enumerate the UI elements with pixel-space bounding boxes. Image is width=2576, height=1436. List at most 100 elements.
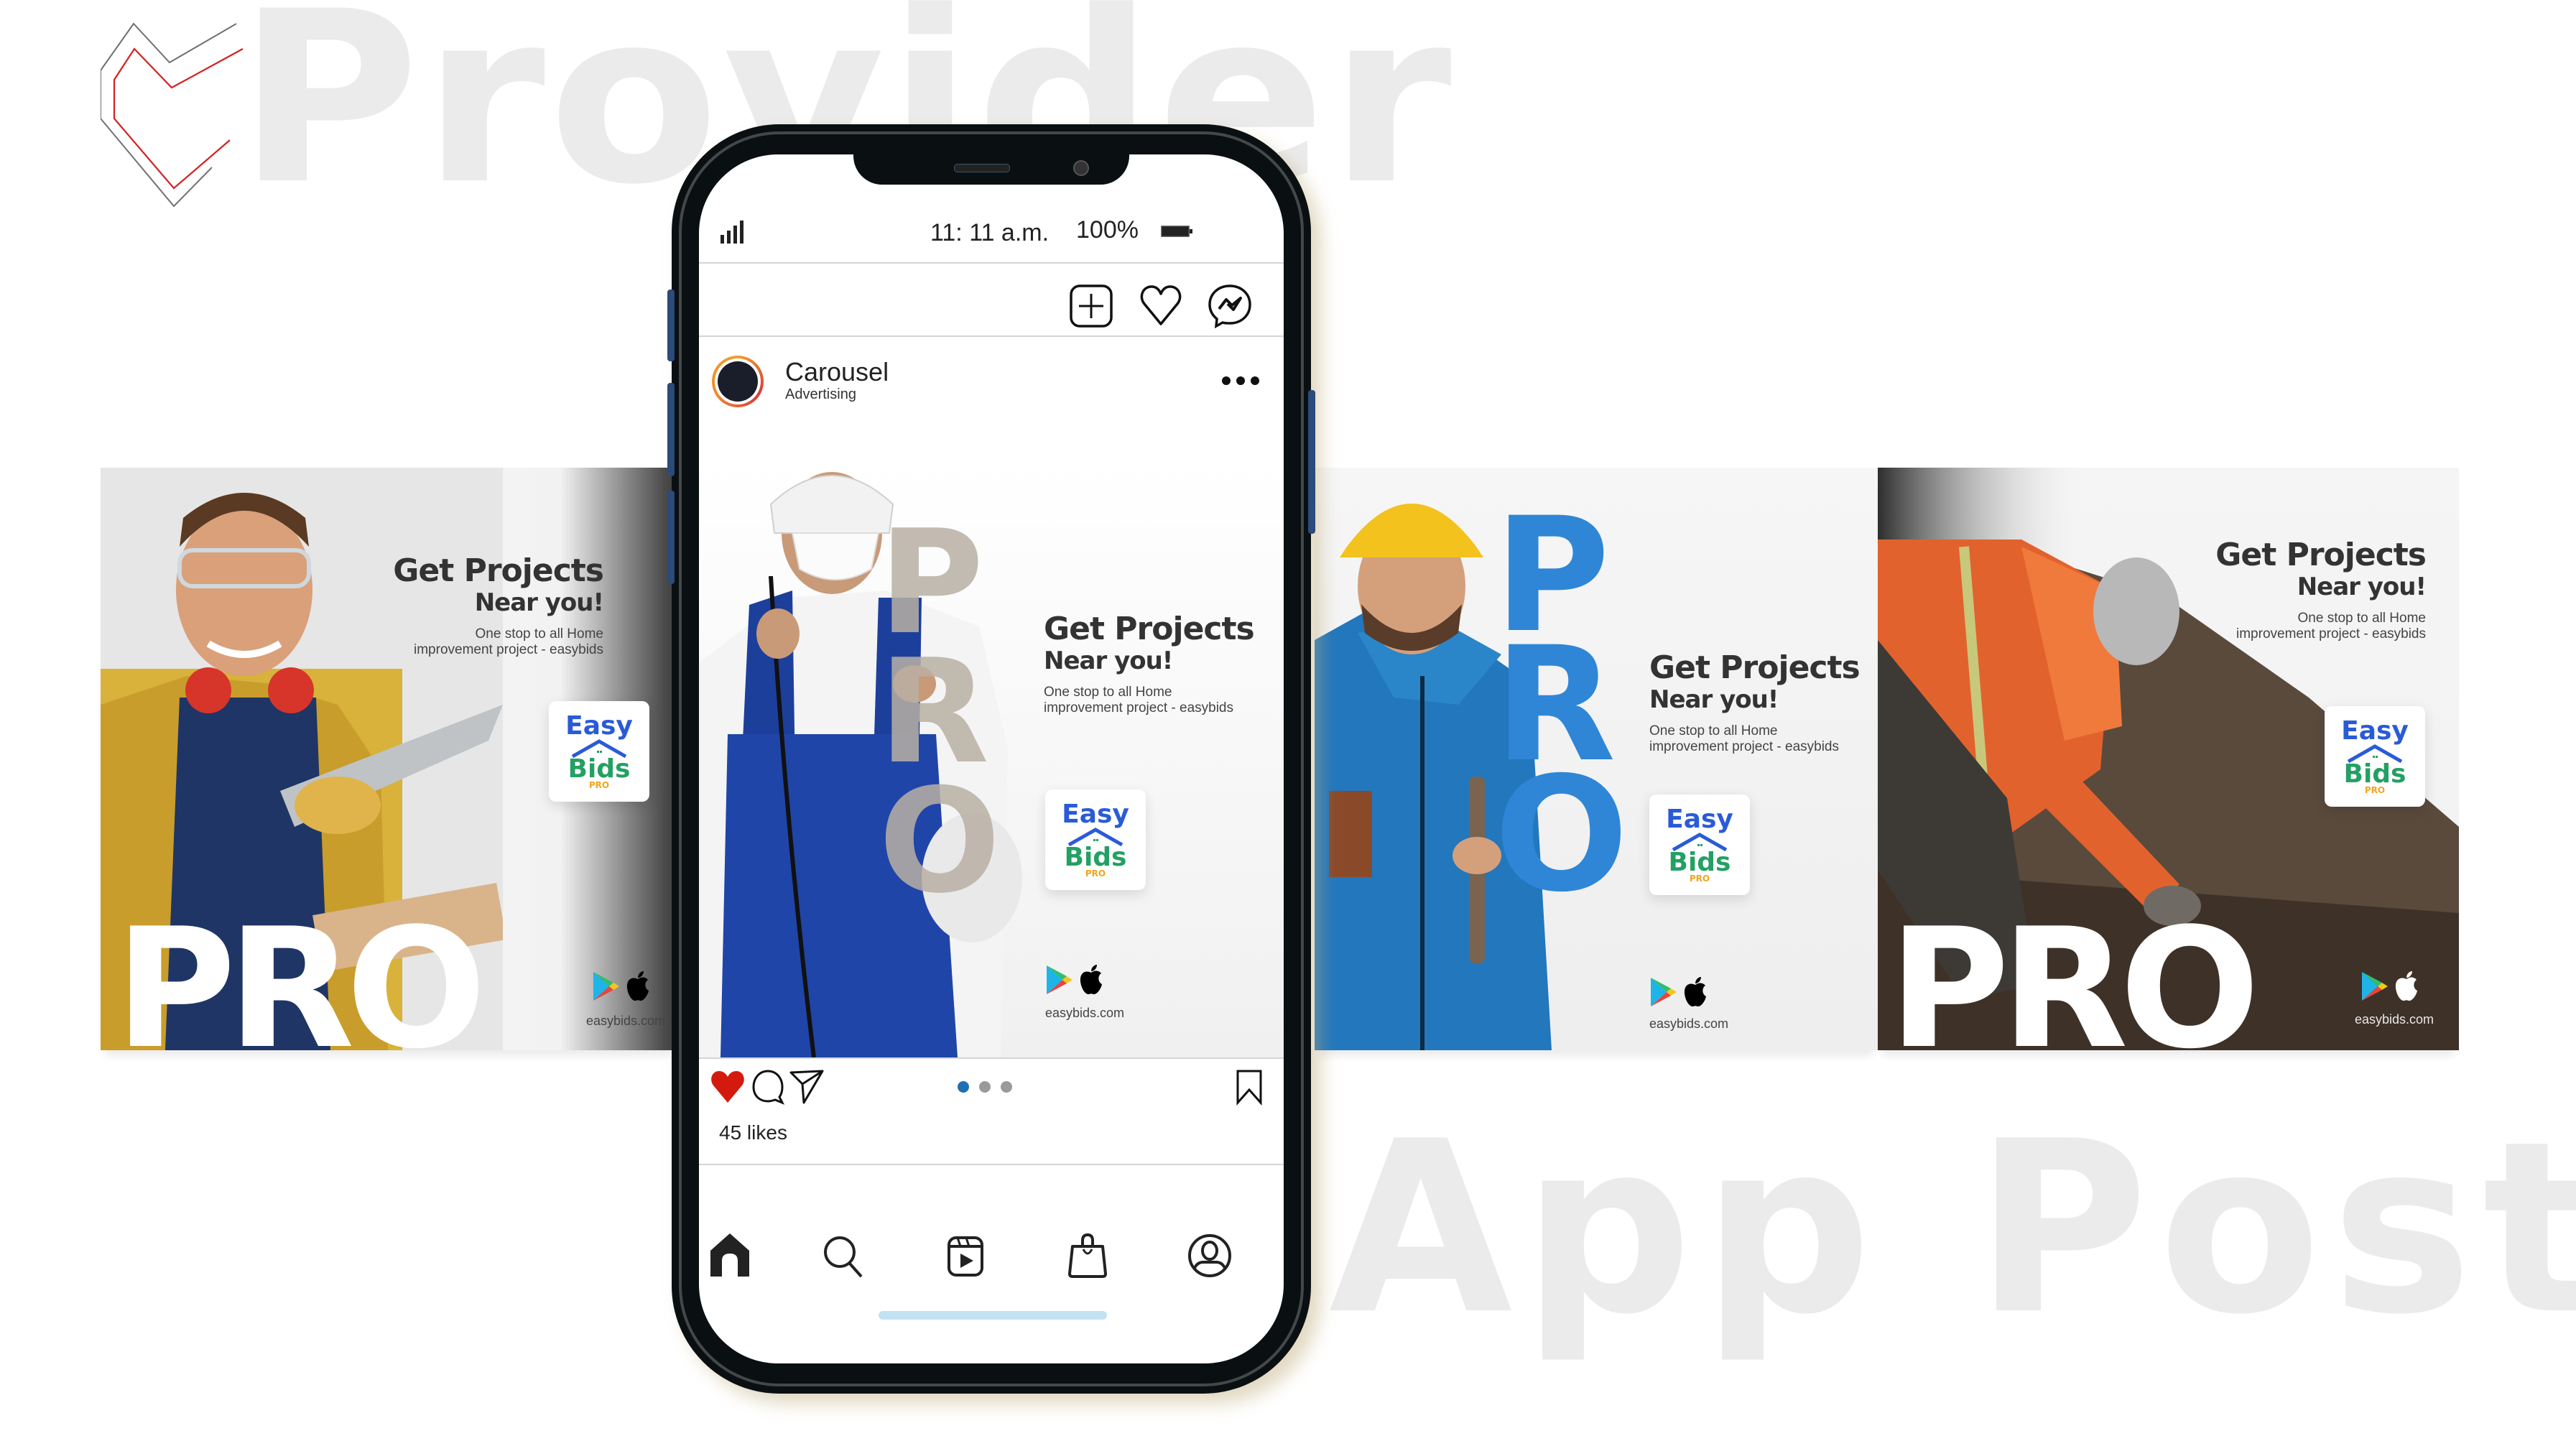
tagline-line-2: improvement project - easybids bbox=[1649, 739, 1839, 755]
feed-divider bbox=[699, 1164, 1284, 1165]
ad-copy: Get Projects Near you! One stop to all H… bbox=[2215, 537, 2427, 642]
search-icon[interactable] bbox=[821, 1232, 866, 1279]
carousel-dot-active[interactable] bbox=[958, 1081, 969, 1093]
subheadline: Near you! bbox=[1044, 647, 1173, 676]
logo-bids: Bids bbox=[1064, 842, 1127, 872]
tagline: One stop to all Home improvement project… bbox=[2215, 611, 2426, 642]
apple-icon[interactable] bbox=[1078, 964, 1104, 996]
logo-easy: Easy bbox=[2341, 715, 2409, 746]
header-divider bbox=[699, 335, 1284, 337]
more-options-icon[interactable] bbox=[1219, 370, 1262, 392]
signal-bars-icon bbox=[721, 221, 743, 244]
subheadline: Near you! bbox=[1649, 685, 1779, 715]
domain-text: easybids.com bbox=[2355, 1012, 2434, 1027]
phone-notch bbox=[853, 154, 1129, 185]
profile-icon[interactable] bbox=[1187, 1232, 1232, 1279]
ad-card-1: PRO Get Projects Near you! One stop to a… bbox=[101, 468, 675, 1050]
easybids-pro-logo: Easy Bids PRO bbox=[2325, 706, 2425, 807]
ad-card-3: PRO Get Projects Near you! One stop to a… bbox=[1315, 468, 1878, 1050]
google-play-icon[interactable] bbox=[2360, 971, 2389, 1002]
apple-icon[interactable] bbox=[625, 971, 651, 1002]
store-icons bbox=[1649, 976, 1708, 1008]
headline: Get Projects bbox=[1649, 649, 1861, 686]
phone-mockup: 11: 11 a.m. 100% Carousel Advertising PR… bbox=[667, 124, 1315, 1394]
carousel-dot[interactable] bbox=[1001, 1081, 1012, 1093]
pro-word-overlay: PRO bbox=[1889, 894, 2260, 1051]
google-play-icon[interactable] bbox=[1649, 976, 1678, 1008]
home-indicator-bar[interactable] bbox=[879, 1311, 1107, 1320]
logo-easy: Easy bbox=[1062, 799, 1129, 829]
phone-side-button bbox=[667, 383, 675, 476]
subheadline: Near you! bbox=[474, 588, 604, 618]
pro-word-overlay: PRO bbox=[879, 511, 1001, 914]
logo-pro: PRO bbox=[1085, 868, 1106, 879]
post-divider bbox=[699, 1057, 1284, 1059]
headline: Get Projects bbox=[1044, 611, 1255, 647]
store-icons bbox=[592, 971, 651, 1002]
tagline-line-1: One stop to all Home bbox=[1044, 685, 1172, 700]
tagline-line-2: improvement project - easybids bbox=[1044, 700, 1233, 716]
logo-pro: PRO bbox=[1689, 874, 1710, 884]
logo-pro: PRO bbox=[588, 780, 610, 791]
carousel-dot[interactable] bbox=[979, 1081, 991, 1093]
background-title-app-post: App Post bbox=[1329, 1090, 2576, 1366]
logo-easy: Easy bbox=[565, 710, 633, 741]
heart-icon[interactable] bbox=[1139, 284, 1183, 328]
logo-bids: Bids bbox=[567, 754, 631, 784]
phone-side-button bbox=[667, 491, 675, 584]
heart-outline-logo-icon bbox=[101, 22, 244, 208]
account-subtitle: Advertising bbox=[785, 386, 856, 402]
pro-word-vertical: PRO bbox=[879, 499, 1001, 925]
store-icons bbox=[2360, 971, 2419, 1002]
battery-icon bbox=[1161, 226, 1192, 237]
status-divider bbox=[699, 262, 1284, 264]
logo-pro: PRO bbox=[2364, 785, 2386, 796]
ad-copy: Get Projects Near you! One stop to all H… bbox=[1044, 611, 1255, 716]
tagline: One stop to all Home improvement project… bbox=[1044, 685, 1254, 716]
post-image-carousel[interactable]: PRO Get Projects Near you! One stop to a… bbox=[699, 461, 1284, 1057]
apple-icon[interactable] bbox=[2394, 971, 2419, 1002]
reels-icon[interactable] bbox=[943, 1232, 988, 1279]
comment-icon[interactable] bbox=[749, 1068, 787, 1106]
bookmark-icon[interactable] bbox=[1231, 1068, 1268, 1106]
subheadline: Near you! bbox=[2297, 573, 2427, 602]
pro-word-vertical: PRO bbox=[1494, 483, 1629, 927]
home-icon[interactable] bbox=[708, 1232, 752, 1279]
account-name[interactable]: Carousel bbox=[785, 357, 889, 387]
headline: Get Projects bbox=[393, 552, 604, 589]
new-post-icon[interactable] bbox=[1069, 284, 1113, 328]
shop-bag-icon[interactable] bbox=[1065, 1232, 1110, 1279]
pro-word-overlay: PRO bbox=[115, 894, 486, 1051]
logo-easy: Easy bbox=[1666, 804, 1733, 834]
tagline-line-1: One stop to all Home bbox=[475, 626, 603, 642]
logo-bids: Bids bbox=[1668, 847, 1731, 877]
google-play-icon[interactable] bbox=[592, 971, 621, 1002]
messenger-icon[interactable] bbox=[1208, 284, 1252, 328]
google-play-icon[interactable] bbox=[1045, 964, 1074, 996]
tagline: One stop to all Home improvement project… bbox=[1649, 723, 1860, 755]
easybids-pro-logo: Easy Bids PRO bbox=[549, 701, 649, 802]
store-icons bbox=[1045, 964, 1104, 996]
domain-text: easybids.com bbox=[1649, 1016, 1729, 1031]
domain-text: easybids.com bbox=[586, 1014, 666, 1028]
ad-copy: Get Projects Near you! One stop to all H… bbox=[1649, 649, 1861, 755]
tagline-line-1: One stop to all Home bbox=[2297, 611, 2426, 626]
phone-side-button bbox=[667, 289, 675, 361]
phone-side-button bbox=[1308, 390, 1315, 534]
status-battery-percent: 100% bbox=[1076, 216, 1139, 244]
likes-count[interactable]: 45 likes bbox=[719, 1121, 787, 1144]
like-heart-filled-icon[interactable] bbox=[709, 1068, 746, 1106]
share-send-icon[interactable] bbox=[788, 1068, 825, 1106]
easybids-pro-logo: Easy Bids PRO bbox=[1045, 789, 1146, 890]
avatar[interactable] bbox=[712, 356, 764, 407]
carousel-indicator bbox=[958, 1081, 1012, 1093]
ad-card-4: PRO Get Projects Near you! One stop to a… bbox=[1878, 468, 2459, 1050]
domain-text: easybids.com bbox=[1045, 1006, 1125, 1020]
ad-copy: Get Projects Near you! One stop to all H… bbox=[393, 552, 604, 658]
apple-icon[interactable] bbox=[1682, 976, 1708, 1008]
tagline-line-1: One stop to all Home bbox=[1649, 723, 1778, 739]
tagline-line-2: improvement project - easybids bbox=[2236, 626, 2426, 642]
pro-word-overlay: PRO bbox=[1494, 496, 1628, 914]
logo-bids: Bids bbox=[2343, 759, 2406, 789]
status-time: 11: 11 a.m. bbox=[930, 219, 1050, 246]
